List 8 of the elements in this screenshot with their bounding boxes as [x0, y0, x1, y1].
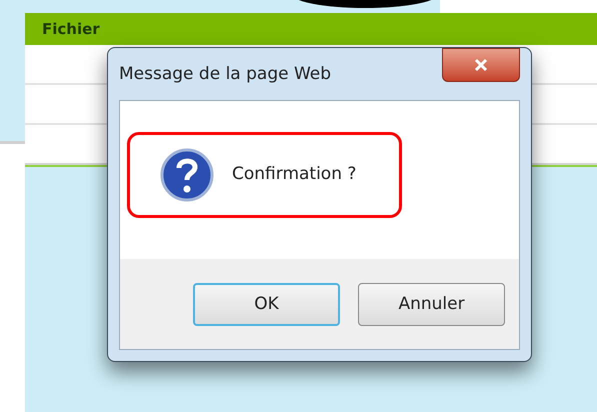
dialog-message: Confirmation ?	[232, 163, 356, 186]
close-button[interactable]	[442, 48, 520, 82]
close-icon	[474, 58, 488, 72]
dialog-button[interactable]: Annuler	[358, 283, 505, 326]
header-title: Fichier	[42, 18, 100, 40]
dialog-title: Message de la page Web	[119, 63, 332, 86]
dialog-button[interactable]: OK	[193, 283, 340, 326]
question-icon	[160, 148, 214, 202]
